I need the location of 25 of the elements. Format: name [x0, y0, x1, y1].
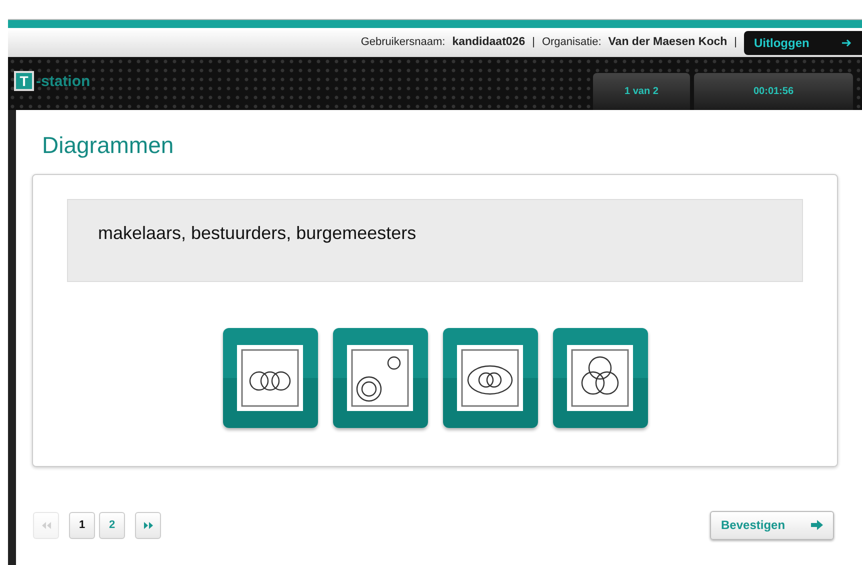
arrow-icon	[842, 38, 852, 46]
circles-diagram-icon	[567, 344, 633, 411]
rewind-icon	[42, 522, 50, 529]
diagram-option[interactable]	[442, 328, 538, 428]
last-page-button[interactable]	[135, 512, 161, 539]
page-title: Diagrammen	[42, 131, 175, 160]
diagram-option[interactable]	[332, 328, 428, 428]
organisation-label: Organisatie:	[542, 35, 602, 50]
diagram-option[interactable]	[552, 328, 648, 428]
separator: |	[734, 35, 737, 50]
logo-letter: T	[14, 71, 34, 91]
circles-diagram-icon	[237, 344, 303, 411]
page-button[interactable]: 1	[69, 512, 95, 539]
logout-button[interactable]: Uitloggen	[744, 30, 862, 54]
circles-diagram-icon	[347, 344, 413, 411]
separator: |	[532, 35, 535, 50]
arrow-icon	[811, 520, 823, 530]
username-text: kandidaat026	[452, 34, 526, 50]
username-label: Gebruikersnaam:	[360, 35, 446, 50]
fast-forward-icon	[144, 522, 152, 529]
question-text: makelaars, bestuurders, burgemeesters	[67, 198, 803, 282]
diagram-option[interactable]	[222, 328, 318, 428]
circles-diagram-icon	[457, 344, 523, 411]
logo-text: -station	[36, 72, 90, 92]
organisation-text: Van der Maesen Koch	[608, 34, 728, 50]
